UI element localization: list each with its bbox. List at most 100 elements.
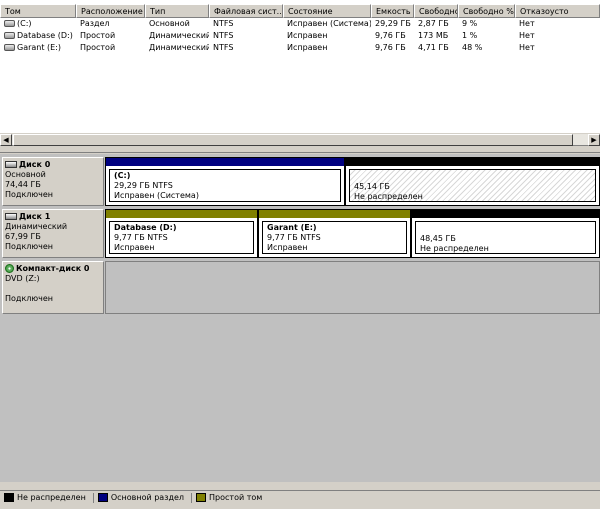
volume-garant-e[interactable]: Garant (E:) 9,77 ГБ NTFS Исправен	[258, 209, 411, 258]
partition-size: 48,45 ГБ	[420, 234, 456, 243]
legend-label: Простой том	[209, 493, 263, 502]
legend-swatch	[4, 493, 14, 502]
table-row[interactable]: Garant (E:) Простой Динамический NTFS Ис…	[0, 42, 600, 54]
column-header-filesystem[interactable]: Файловая сист...	[209, 4, 283, 18]
partition-c[interactable]: (C:) 29,29 ГБ NTFS Исправен (Система)	[105, 157, 345, 206]
disk-type: Динамический	[5, 222, 68, 231]
disk-type: Основной	[5, 170, 46, 179]
column-header-capacity[interactable]: Емкость	[371, 4, 414, 18]
partition-title: Garant (E:)	[267, 223, 317, 232]
disk-size: 67,99 ГБ	[5, 232, 41, 241]
pane-splitter[interactable]	[0, 147, 600, 153]
volume-name: (C:)	[17, 19, 32, 28]
partition-size: 9,77 ГБ NTFS	[114, 233, 168, 242]
volume-name: Database (D:)	[17, 31, 73, 40]
disk-name: Компакт-диск 0	[16, 264, 90, 273]
volume-free-percent: 48 %	[462, 43, 483, 52]
partition-title: (C:)	[114, 171, 131, 180]
volume-status: Исправен	[287, 43, 328, 52]
legend-item-unallocated: Не распределен	[4, 493, 86, 502]
volume-capacity: 9,76 ГБ	[375, 43, 406, 52]
disk-status: Подключен	[5, 190, 53, 199]
hard-disk-icon	[5, 213, 17, 220]
column-header-type[interactable]: Тип	[145, 4, 209, 18]
partition-status: Исправен	[267, 243, 308, 252]
disk-type: DVD (Z:)	[5, 274, 40, 283]
volume-filesystem: NTFS	[213, 43, 234, 52]
table-row[interactable]: (C:) Раздел Основной NTFS Исправен (Сист…	[0, 18, 600, 30]
cd-drive-icon	[5, 264, 14, 273]
unallocated-space-disk-1[interactable]: 48,45 ГБ Не распределен	[411, 209, 600, 258]
volume-name: Garant (E:)	[17, 43, 62, 52]
volume-layout: Простой	[80, 31, 116, 40]
legend-label: Не распределен	[17, 493, 86, 502]
partition-status: Исправен (Система)	[114, 191, 199, 200]
disk-size: 74,44 ГБ	[5, 180, 41, 189]
column-header-volume[interactable]: Том	[0, 4, 76, 18]
legend-divider	[191, 492, 193, 503]
partition-size: 45,14 ГБ	[354, 182, 390, 191]
volume-capacity: 29,29 ГБ	[375, 19, 411, 28]
legend-item-primary: Основной раздел	[97, 493, 185, 502]
partition-color-bar	[106, 210, 257, 218]
disk-1-label[interactable]: Диск 1 Динамический 67,99 ГБ Подключен	[2, 209, 104, 258]
partition-color-bar	[346, 158, 599, 166]
partition-title: Database (D:)	[114, 223, 177, 232]
disk-status: Подключен	[5, 294, 53, 303]
volume-type: Динамический	[149, 43, 209, 52]
unallocated-space-disk-0[interactable]: 45,14 ГБ Не распределен	[345, 157, 600, 206]
partition-size: 9,77 ГБ NTFS	[267, 233, 321, 242]
partition-size: 29,29 ГБ NTFS	[114, 181, 173, 190]
volume-free: 4,71 ГБ	[418, 43, 449, 52]
column-header-layout[interactable]: Расположение	[76, 4, 145, 18]
horizontal-scrollbar[interactable]: ◀ ▶	[0, 133, 600, 146]
disk-name: Диск 1	[19, 212, 51, 221]
legend-divider	[92, 492, 94, 503]
legend-item-simple: Простой том	[196, 493, 262, 502]
partition-color-bar	[259, 210, 410, 218]
volume-free-percent: 1 %	[462, 31, 478, 40]
volume-type: Основной	[149, 19, 190, 28]
scrollbar-thumb[interactable]	[13, 134, 573, 146]
table-row[interactable]: Database (D:) Простой Динамический NTFS …	[0, 30, 600, 42]
partition-status: Исправен	[114, 243, 155, 252]
volume-list[interactable]: Том Расположение Тип Файловая сист... Со…	[0, 0, 600, 146]
volume-list-header: Том Расположение Тип Файловая сист... Со…	[0, 4, 600, 18]
volume-icon	[4, 32, 15, 39]
disk-size	[5, 284, 101, 294]
volume-icon	[4, 20, 15, 27]
disk-status: Подключен	[5, 242, 53, 251]
column-header-status[interactable]: Состояние	[283, 4, 371, 18]
partition-color-bar	[106, 158, 344, 166]
volume-type: Динамический	[149, 31, 209, 40]
volume-layout: Простой	[80, 43, 116, 52]
volume-database-d[interactable]: Database (D:) 9,77 ГБ NTFS Исправен	[105, 209, 258, 258]
volume-free: 2,87 ГБ	[418, 19, 449, 28]
disk-map: Диск 0 Основной 74,44 ГБ Подключен (C:) …	[0, 154, 600, 482]
disk-0-label[interactable]: Диск 0 Основной 74,44 ГБ Подключен	[2, 157, 104, 206]
partition-status: Не распределен	[354, 192, 423, 201]
disk-name: Диск 0	[19, 160, 51, 169]
column-header-free-percent[interactable]: Свободно %	[458, 4, 515, 18]
partition-color-bar	[412, 210, 599, 218]
hard-disk-icon	[5, 161, 17, 168]
volume-fault-tolerance: Нет	[519, 19, 535, 28]
column-header-free[interactable]: Свободно	[414, 4, 458, 18]
legend-label: Основной раздел	[110, 493, 185, 502]
volume-layout: Раздел	[80, 19, 110, 28]
scroll-left-icon[interactable]: ◀	[0, 134, 12, 146]
volume-filesystem: NTFS	[213, 31, 234, 40]
volume-free-percent: 9 %	[462, 19, 478, 28]
cdrom-0-label[interactable]: Компакт-диск 0 DVD (Z:) Подключен	[2, 261, 104, 314]
column-header-fault-tolerance[interactable]: Отказоусто	[515, 4, 600, 18]
volume-capacity: 9,76 ГБ	[375, 31, 406, 40]
partition-status: Не распределен	[420, 244, 489, 253]
scroll-right-icon[interactable]: ▶	[588, 134, 600, 146]
volume-fault-tolerance: Нет	[519, 43, 535, 52]
cdrom-media-area[interactable]	[105, 261, 600, 314]
volume-filesystem: NTFS	[213, 19, 234, 28]
volume-status: Исправен (Система)	[287, 19, 371, 28]
legend-swatch	[97, 493, 108, 502]
legend-swatch	[196, 493, 207, 502]
volume-status: Исправен	[287, 31, 328, 40]
